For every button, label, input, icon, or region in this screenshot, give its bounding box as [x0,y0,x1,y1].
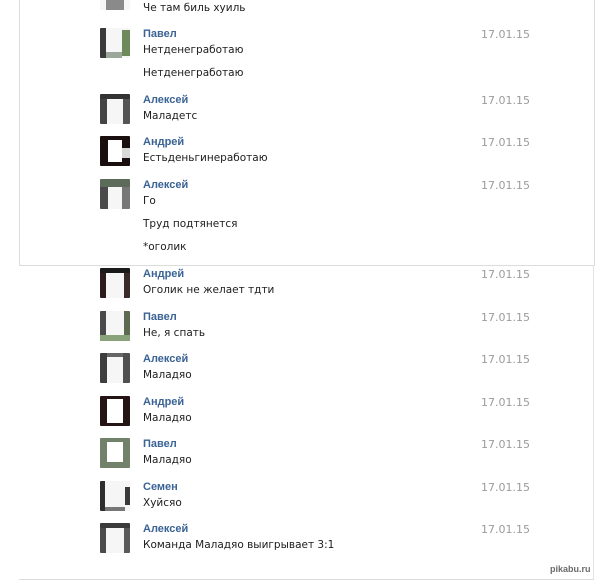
message-date: 17.01.15 [481,268,530,281]
avatar[interactable] [100,136,130,166]
author-name[interactable]: Семен [143,481,178,493]
message-text: Естьденьгинеработаю [143,152,268,164]
message-text: Не, я спать [143,327,206,339]
message-text: Нетденегработаю [143,67,244,79]
author-name[interactable]: Алексей [143,179,188,191]
message-date: 17.01.15 [481,396,530,409]
avatar[interactable] [100,438,130,468]
author-name[interactable]: Павел [143,438,177,450]
author-name[interactable]: Андрей [143,268,184,280]
message-text: Че там биль хуиль [143,2,246,14]
message-date: 17.01.15 [481,523,530,536]
author-name[interactable]: Алексей [143,94,188,106]
message-text: Маладетс [143,110,198,122]
avatar[interactable] [100,353,130,383]
message-date: 17.01.15 [481,28,530,41]
avatar[interactable] [100,0,130,10]
avatar[interactable] [100,523,130,553]
author-name[interactable]: Павел [143,28,177,40]
message-text: Оголик не желает тдти [143,284,275,296]
avatar[interactable] [100,179,130,209]
avatar[interactable] [100,28,130,58]
avatar[interactable] [100,94,130,124]
message-date: 17.01.15 [481,353,530,366]
message-date: 17.01.15 [481,94,530,107]
message-text: Хуйсяо [143,497,182,509]
message-date: 17.01.15 [481,481,530,494]
message-date: 17.01.15 [481,311,530,324]
message-text: Команда Маладяо выигрывает 3:1 [143,539,335,551]
avatar[interactable] [100,268,130,298]
avatar[interactable] [100,396,130,426]
message-date: 17.01.15 [481,438,530,451]
message-text: Нетденегработаю [143,44,244,56]
message-text: Маладяо [143,369,192,381]
author-name[interactable]: Алексей [143,353,188,365]
message-text: Труд подтянется [143,218,238,230]
message-text: Маладяо [143,412,192,424]
message-text: *оголик [143,241,187,253]
avatar[interactable] [100,311,130,341]
message-date: 17.01.15 [481,179,530,192]
dialog-frame-right [593,265,594,580]
author-name[interactable]: Андрей [143,136,184,148]
message-text: Го [143,195,156,207]
watermark: pikabu.ru [550,564,591,574]
avatar[interactable] [100,481,130,511]
author-name[interactable]: Павел [143,311,177,323]
author-name[interactable]: Андрей [143,396,184,408]
message-text: Маладяо [143,454,192,466]
message-date: 17.01.15 [481,136,530,149]
author-name[interactable]: Алексей [143,523,188,535]
